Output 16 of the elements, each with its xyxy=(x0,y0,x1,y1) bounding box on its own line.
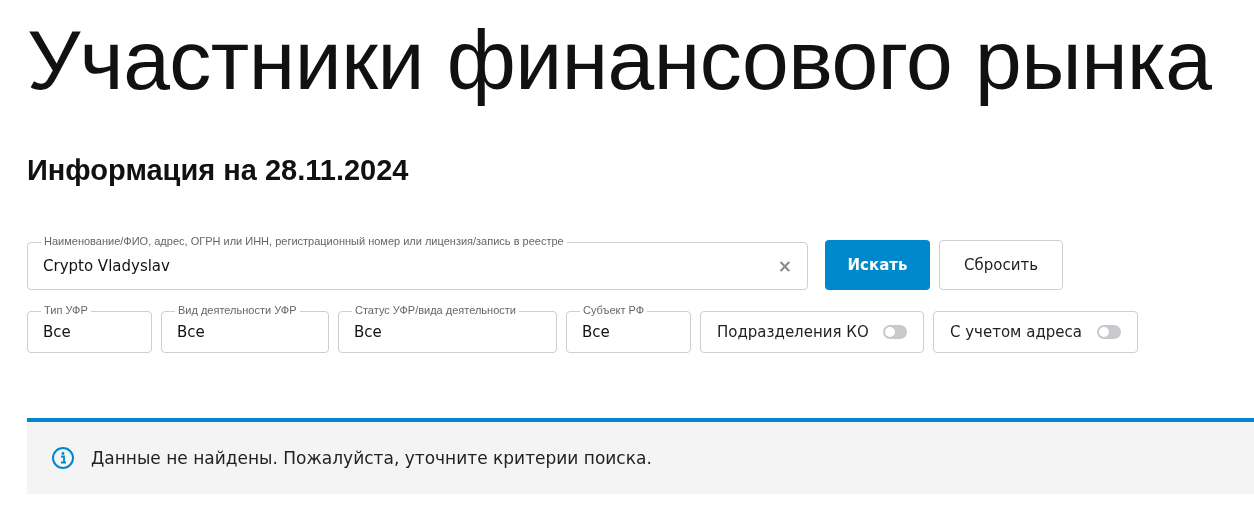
filter-dropdown[interactable]: Вид деятельности УФР Все xyxy=(161,303,329,353)
search-field[interactable]: Наименование/ФИО, адрес, ОГРН или ИНН, регистрационный номер или лицензия/запись в реестре Crypto Vladyslav × xyxy=(27,234,808,290)
page-title: Участники финансового рынка xyxy=(27,12,1213,106)
filter-dropdown[interactable]: Субъект РФ Все xyxy=(566,303,691,353)
info-icon xyxy=(51,446,75,470)
date-heading: Информация на 28.11.2024 xyxy=(27,153,410,188)
toggle-switch[interactable] xyxy=(883,325,907,339)
filter-dropdown[interactable]: Статус УФР/вида деятельности Все xyxy=(338,303,557,353)
toggle-option[interactable]: Подразделения КО xyxy=(700,311,924,353)
toggle-option[interactable]: С учетом адреса xyxy=(933,311,1138,353)
clear-button[interactable]: × xyxy=(777,256,792,276)
toggle-switch[interactable] xyxy=(1097,325,1121,339)
reset-button[interactable]: Сбросить xyxy=(939,240,1063,290)
notice-text: Данные не найдены. Пожалуйста, уточните критерии поиска. xyxy=(91,448,652,468)
filter-dropdown[interactable]: Тип УФР Все xyxy=(27,303,152,353)
search-button[interactable]: Искать xyxy=(825,240,930,290)
